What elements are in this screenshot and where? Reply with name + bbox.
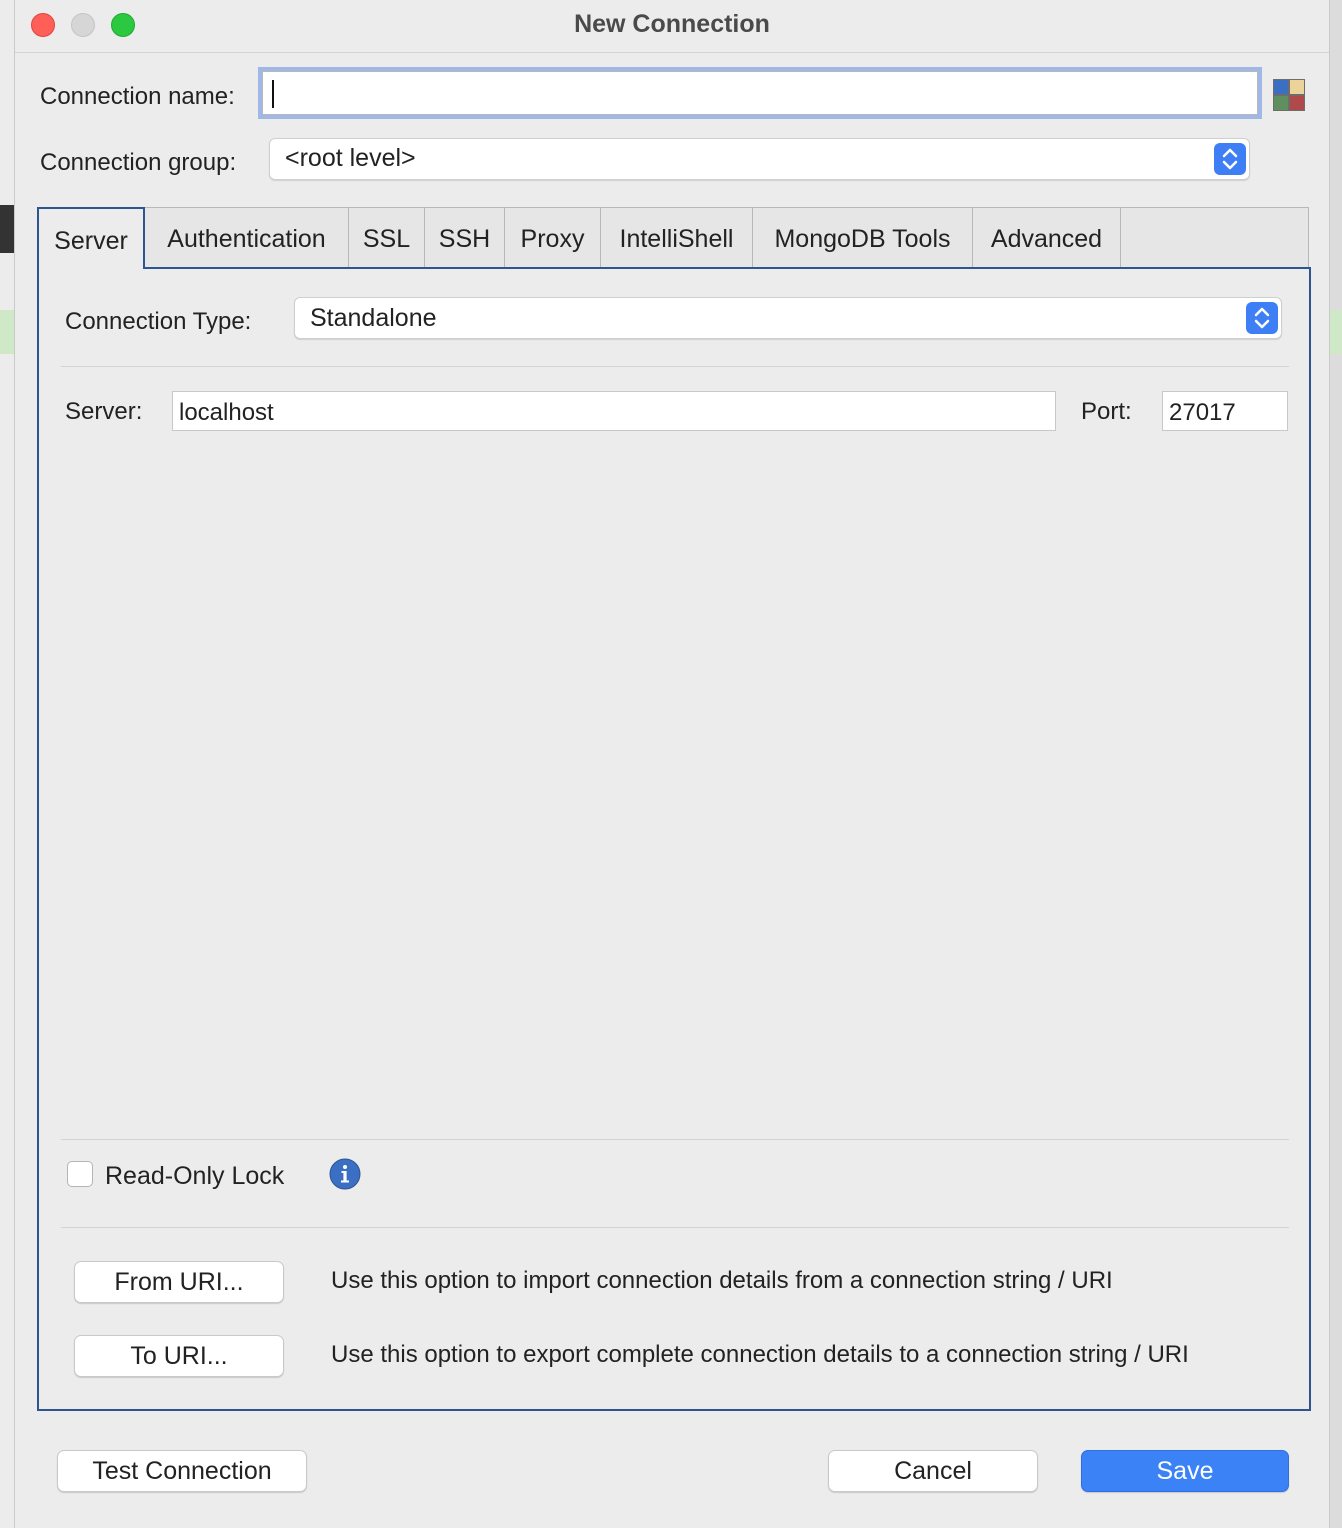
cancel-button[interactable]: Cancel	[828, 1450, 1038, 1492]
tab-server[interactable]: Server	[37, 207, 145, 269]
tab-authentication[interactable]: Authentication	[145, 207, 349, 267]
tab-mongodb-tools[interactable]: MongoDB Tools	[753, 207, 973, 267]
port-input[interactable]: 27017	[1162, 391, 1288, 431]
divider	[61, 1139, 1289, 1140]
color-picker-icon[interactable]	[1273, 79, 1305, 111]
info-icon[interactable]	[329, 1158, 361, 1190]
connection-group-label: Connection group:	[40, 149, 237, 176]
server-tab-panel: Connection Type: Standalone Server: loca…	[37, 267, 1311, 1411]
server-input[interactable]: localhost	[172, 391, 1056, 431]
title-bar: New Connection	[15, 0, 1329, 53]
chevron-up-down-icon	[1254, 307, 1270, 329]
tab-bar: Server Authentication SSL SSH Proxy Inte…	[37, 207, 1309, 269]
window-title: New Connection	[574, 10, 770, 38]
connection-type-stepper[interactable]	[1246, 302, 1278, 334]
port-label: Port:	[1081, 398, 1132, 425]
text-caret	[272, 80, 274, 108]
connection-group-value: <root level>	[285, 144, 416, 172]
connection-group-stepper[interactable]	[1214, 143, 1246, 175]
tab-intellishell[interactable]: IntelliShell	[601, 207, 753, 267]
tab-ssl[interactable]: SSL	[349, 207, 425, 267]
tab-proxy[interactable]: Proxy	[505, 207, 601, 267]
connection-name-label: Connection name:	[40, 83, 235, 110]
connection-group-select[interactable]: <root level>	[269, 138, 1250, 180]
divider	[61, 366, 1289, 367]
connection-type-value: Standalone	[310, 304, 437, 332]
to-uri-button[interactable]: To URI...	[74, 1335, 284, 1377]
read-only-lock-checkbox[interactable]	[67, 1161, 93, 1187]
read-only-lock-label[interactable]: Read-Only Lock	[105, 1162, 284, 1191]
from-uri-description: Use this option to import connection det…	[331, 1267, 1113, 1294]
save-button[interactable]: Save	[1081, 1450, 1289, 1492]
test-connection-button[interactable]: Test Connection	[57, 1450, 307, 1492]
tab-ssh[interactable]: SSH	[425, 207, 505, 267]
connection-name-input[interactable]	[262, 71, 1258, 115]
from-uri-button[interactable]: From URI...	[74, 1261, 284, 1303]
to-uri-description: Use this option to export complete conne…	[331, 1341, 1189, 1368]
tab-advanced[interactable]: Advanced	[973, 207, 1121, 267]
connection-type-label: Connection Type:	[65, 308, 252, 335]
new-connection-dialog: New Connection Connection name: Connecti…	[14, 0, 1330, 1528]
connection-type-select[interactable]: Standalone	[294, 297, 1282, 339]
divider	[61, 1227, 1289, 1228]
chevron-up-down-icon	[1222, 148, 1238, 170]
server-label: Server:	[65, 398, 143, 425]
